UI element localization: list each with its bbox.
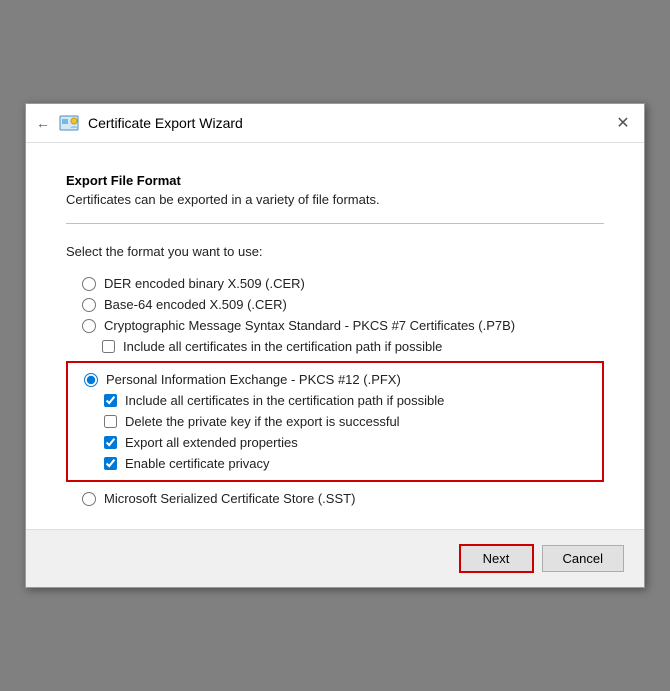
wizard-icon [58, 112, 80, 134]
title-bar-left: ← Certificate Export Wizard [36, 112, 243, 134]
cancel-button[interactable]: Cancel [542, 545, 624, 572]
checkbox-cms-include-label: Include all certificates in the certific… [123, 339, 442, 354]
back-button[interactable]: ← [36, 115, 50, 131]
checkbox-pfx-delete-label: Delete the private key if the export is … [125, 414, 400, 429]
checkbox-pfx-delete-input[interactable] [104, 415, 117, 428]
checkbox-cms-include[interactable]: Include all certificates in the certific… [66, 336, 604, 357]
checkbox-pfx-extended[interactable]: Export all extended properties [68, 432, 602, 453]
next-button[interactable]: Next [459, 544, 534, 573]
close-button[interactable]: ✕ [612, 112, 634, 134]
radio-pfx-label: Personal Information Exchange - PKCS #12… [106, 372, 401, 387]
radio-b64[interactable] [82, 298, 96, 312]
checkbox-pfx-privacy[interactable]: Enable certificate privacy [68, 453, 602, 474]
title-bar: ← Certificate Export Wizard ✕ [26, 104, 644, 143]
main-content: Export File Format Certificates can be e… [26, 143, 644, 529]
radio-der-label: DER encoded binary X.509 (.CER) [104, 276, 305, 291]
radio-ms-store[interactable] [82, 492, 96, 506]
radio-der[interactable] [82, 277, 96, 291]
radio-pfx[interactable] [84, 373, 98, 387]
pfx-section: Personal Information Exchange - PKCS #12… [66, 361, 604, 482]
radio-item-ms-store[interactable]: Microsoft Serialized Certificate Store (… [66, 488, 604, 509]
radio-ms-store-label: Microsoft Serialized Certificate Store (… [104, 491, 355, 506]
radio-cms[interactable] [82, 319, 96, 333]
select-format-label: Select the format you want to use: [66, 244, 604, 259]
section-title: Export File Format [66, 173, 604, 188]
divider [66, 223, 604, 224]
format-options: DER encoded binary X.509 (.CER) Base-64 … [66, 273, 604, 509]
checkbox-cms-include-input[interactable] [102, 340, 115, 353]
footer: Next Cancel [26, 529, 644, 587]
checkbox-pfx-privacy-input[interactable] [104, 457, 117, 470]
checkbox-pfx-extended-label: Export all extended properties [125, 435, 298, 450]
radio-item-cms[interactable]: Cryptographic Message Syntax Standard - … [66, 315, 604, 336]
radio-item-pfx[interactable]: Personal Information Exchange - PKCS #12… [68, 369, 602, 390]
wizard-window: ← Certificate Export Wizard ✕ Export Fil… [25, 103, 645, 588]
radio-b64-label: Base-64 encoded X.509 (.CER) [104, 297, 287, 312]
radio-item-b64[interactable]: Base-64 encoded X.509 (.CER) [66, 294, 604, 315]
checkbox-pfx-extended-input[interactable] [104, 436, 117, 449]
radio-cms-label: Cryptographic Message Syntax Standard - … [104, 318, 515, 333]
radio-item-der[interactable]: DER encoded binary X.509 (.CER) [66, 273, 604, 294]
checkbox-pfx-include[interactable]: Include all certificates in the certific… [68, 390, 602, 411]
window-title: Certificate Export Wizard [88, 115, 243, 131]
checkbox-pfx-include-label: Include all certificates in the certific… [125, 393, 444, 408]
section-description: Certificates can be exported in a variet… [66, 192, 604, 207]
checkbox-pfx-include-input[interactable] [104, 394, 117, 407]
checkbox-pfx-privacy-label: Enable certificate privacy [125, 456, 270, 471]
checkbox-pfx-delete[interactable]: Delete the private key if the export is … [68, 411, 602, 432]
